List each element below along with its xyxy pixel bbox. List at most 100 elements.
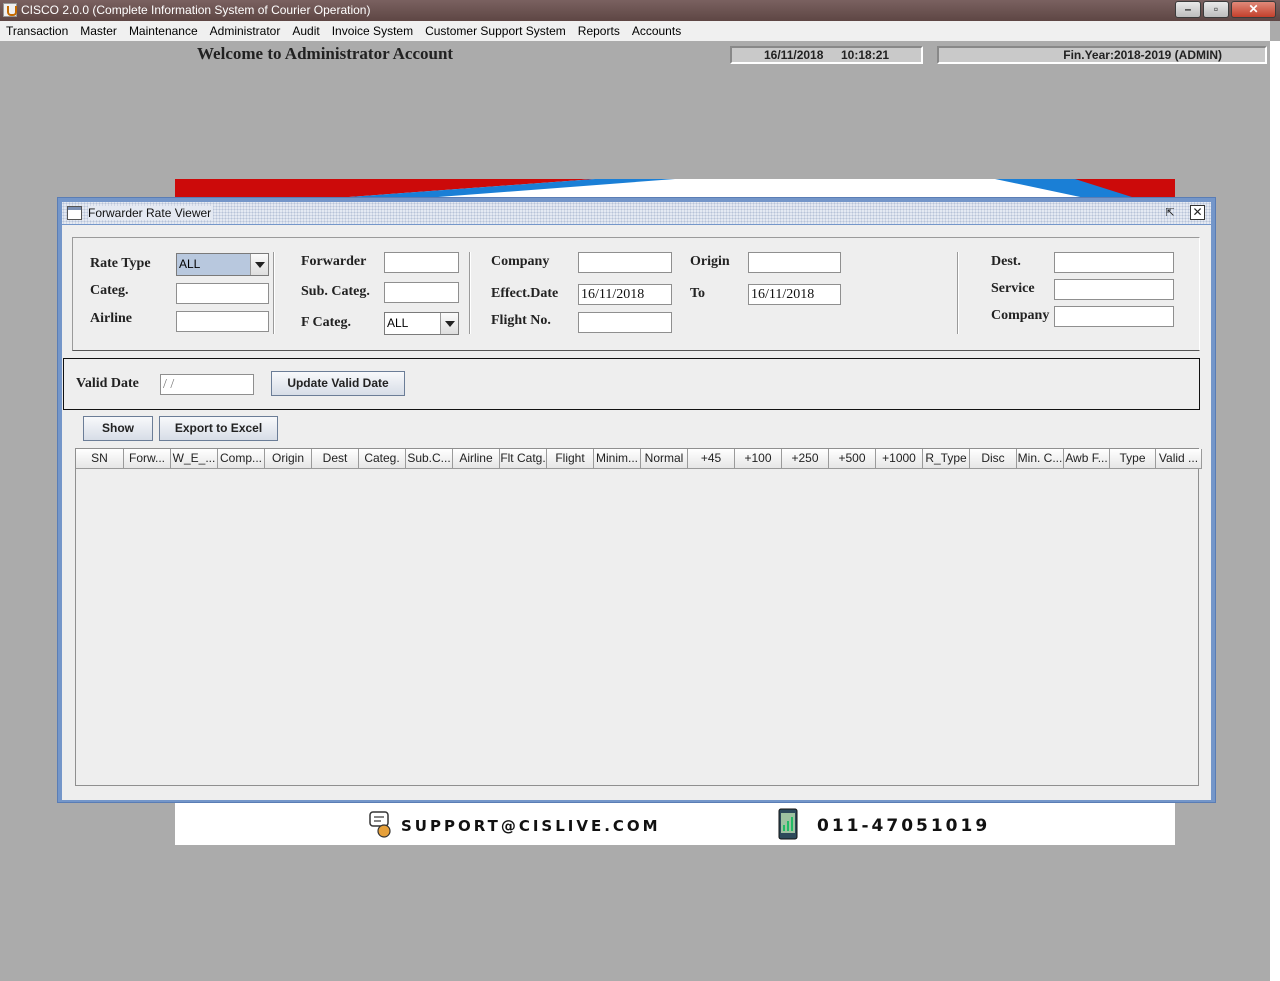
column-header[interactable]: SN (76, 449, 124, 469)
maximize-icon: ▫ (1213, 2, 1219, 16)
f-categ-label: F Categ. (301, 315, 352, 330)
menu-accounts[interactable]: Accounts (626, 21, 687, 41)
menu-master[interactable]: Master (74, 21, 123, 41)
export-to-excel-button[interactable]: Export to Excel (159, 416, 278, 441)
forwarder-rate-viewer-window: Forwarder Rate Viewer ⇱ ✕ Rate Type ALL … (57, 197, 1216, 803)
origin-input[interactable] (748, 252, 841, 273)
show-button[interactable]: Show (83, 416, 153, 441)
app-title: CISCO 2.0.0 (Complete Information System… (21, 3, 371, 17)
table-header: SN Forw... W_E_... Comp... Origin Dest C… (76, 449, 1202, 469)
column-header[interactable]: +45 (688, 449, 735, 469)
rate-type-value: ALL (177, 254, 250, 275)
rates-table[interactable]: SN Forw... W_E_... Comp... Origin Dest C… (75, 448, 1202, 786)
flight-no-input[interactable] (578, 312, 672, 333)
frame-restore-button[interactable]: ⇱ (1162, 205, 1178, 221)
restore-icon: ⇱ (1165, 207, 1175, 219)
origin-label: Origin (690, 254, 730, 269)
column-header[interactable]: Valid ... (1156, 449, 1202, 469)
column-header[interactable]: Normal (641, 449, 688, 469)
datetime-status: 16/11/2018 10:18:21 (730, 46, 923, 64)
effect-date-input[interactable]: 16/11/2018 (578, 284, 672, 305)
column-header[interactable]: +500 (829, 449, 876, 469)
company-input[interactable] (578, 252, 672, 273)
close-button[interactable]: ✕ (1231, 1, 1276, 18)
menu-customer-support-system[interactable]: Customer Support System (419, 21, 572, 41)
service-label: Service (991, 281, 1035, 296)
valid-date-panel: Valid Date / / Update Valid Date (63, 358, 1200, 410)
welcome-heading: Welcome to Administrator Account (197, 44, 454, 63)
column-header[interactable]: Categ. (359, 449, 406, 469)
sub-categ-input[interactable] (384, 282, 459, 303)
rate-type-label: Rate Type (90, 256, 151, 271)
column-header[interactable]: Min. C... (1017, 449, 1064, 469)
fin-year-status: Fin.Year:2018-2019 (ADMIN) (937, 46, 1267, 64)
support-phone: 011-47051019 (817, 816, 991, 836)
forwarder-input[interactable] (384, 252, 459, 273)
separator (469, 252, 471, 334)
menu-administrator[interactable]: Administrator (204, 21, 287, 41)
column-header[interactable]: W_E_... (171, 449, 218, 469)
column-header[interactable]: +250 (782, 449, 829, 469)
menu-transaction[interactable]: Transaction (0, 21, 74, 41)
column-header[interactable]: Flt Catg. (500, 449, 547, 469)
column-header[interactable]: +1000 (876, 449, 923, 469)
rate-type-select[interactable]: ALL (176, 253, 269, 276)
flight-no-label: Flight No. (491, 313, 551, 328)
company2-label: Company (991, 308, 1050, 323)
column-header[interactable]: Sub.C... (406, 449, 453, 469)
maximize-button[interactable]: ▫ (1203, 1, 1229, 18)
chevron-down-icon[interactable] (440, 313, 458, 334)
f-categ-value: ALL (387, 316, 409, 330)
chevron-down-icon[interactable] (250, 254, 268, 275)
column-header[interactable]: Origin (265, 449, 312, 469)
support-email: SUPPORT@CISLIVE.COM (401, 817, 661, 835)
column-header[interactable]: +100 (735, 449, 782, 469)
airline-input[interactable] (176, 311, 269, 332)
column-header[interactable]: Type (1110, 449, 1156, 469)
frame-title-bar[interactable]: Forwarder Rate Viewer ⇱ ✕ (62, 202, 1211, 224)
to-label: To (690, 286, 706, 301)
column-header[interactable]: Dest (312, 449, 359, 469)
menu-maintenance[interactable]: Maintenance (123, 21, 204, 41)
f-categ-select[interactable]: ALL (384, 312, 459, 335)
frame-window-icon (67, 206, 82, 220)
menu-invoice-system[interactable]: Invoice System (326, 21, 419, 41)
chat-support-icon (369, 811, 391, 838)
window-controls: – ▫ ✕ (1175, 1, 1276, 18)
menu-bar: Transaction Master Maintenance Administr… (0, 21, 1270, 41)
column-header[interactable]: Awb F... (1064, 449, 1110, 469)
frame-title: Forwarder Rate Viewer (88, 206, 214, 220)
minimize-button[interactable]: – (1175, 1, 1201, 18)
airline-label: Airline (90, 311, 132, 326)
valid-date-input[interactable]: / / (160, 374, 254, 395)
categ-input[interactable] (176, 283, 269, 304)
column-header[interactable]: Flight (547, 449, 594, 469)
minimize-icon: – (1184, 2, 1192, 16)
status-time: 10:18:21 (841, 48, 890, 62)
dest-input[interactable] (1054, 252, 1174, 273)
column-header[interactable]: R_Type (923, 449, 970, 469)
column-header[interactable]: Disc (970, 449, 1017, 469)
menu-reports[interactable]: Reports (572, 21, 626, 41)
column-header[interactable]: Airline (453, 449, 500, 469)
java-app-icon (3, 3, 17, 17)
app-title-bar: CISCO 2.0.0 (Complete Information System… (0, 0, 1280, 21)
separator (273, 252, 275, 334)
mobile-phone-icon (778, 808, 798, 840)
column-header[interactable]: Comp... (218, 449, 265, 469)
update-valid-date-button[interactable]: Update Valid Date (271, 371, 405, 396)
frame-close-button[interactable]: ✕ (1190, 205, 1205, 220)
column-header[interactable]: Minim... (594, 449, 641, 469)
service-input[interactable] (1054, 279, 1174, 300)
column-header[interactable]: Forw... (124, 449, 171, 469)
valid-date-label: Valid Date (76, 376, 139, 391)
dest-label: Dest. (991, 254, 1021, 269)
company-label: Company (491, 254, 550, 269)
support-banner: SUPPORT@CISLIVE.COM 011-47051019 (175, 800, 1175, 845)
company2-input[interactable] (1054, 306, 1174, 327)
close-icon: ✕ (1192, 205, 1203, 219)
to-date-input[interactable]: 16/11/2018 (748, 284, 841, 305)
desktop-edge (1270, 41, 1280, 981)
forwarder-label: Forwarder (301, 254, 367, 269)
menu-audit[interactable]: Audit (286, 21, 325, 41)
